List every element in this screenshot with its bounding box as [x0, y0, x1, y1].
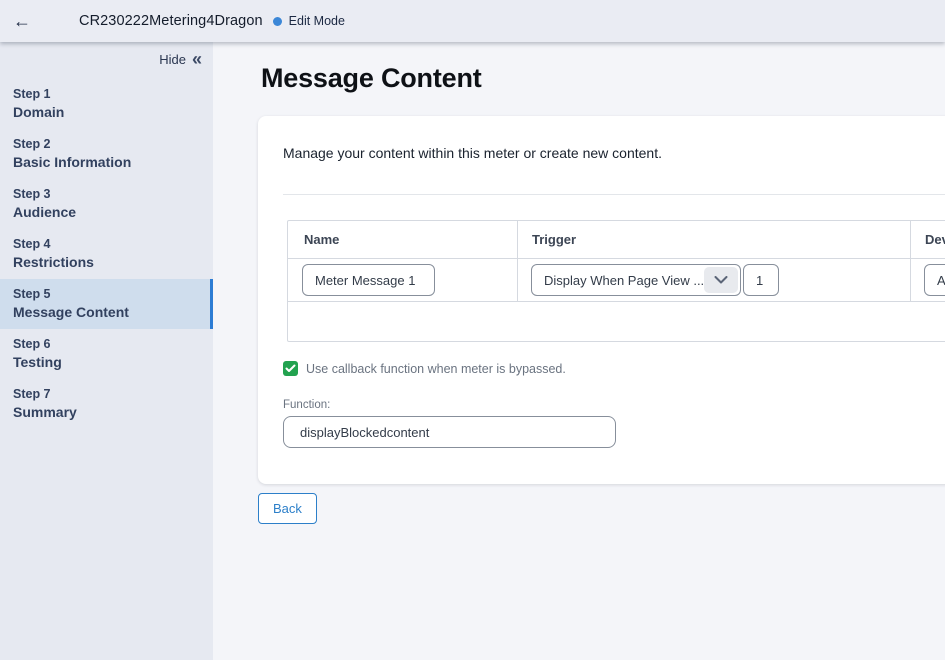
messages-table: Name Trigger Devices Display When Page V… [287, 220, 945, 342]
page-title-topbar: CR230222Metering4Dragon [79, 13, 263, 29]
callback-checkbox[interactable] [283, 361, 298, 376]
step-name: Summary [13, 403, 200, 422]
step-number: Step 6 [13, 336, 200, 353]
hide-label: Hide [159, 52, 186, 67]
sidebar-item-basic-information[interactable]: Step 2 Basic Information [0, 129, 213, 179]
page-title: Message Content [261, 61, 945, 95]
step-number: Step 3 [13, 186, 200, 203]
sidebar-item-restrictions[interactable]: Step 4 Restrictions [0, 229, 213, 279]
step-number: Step 7 [13, 386, 200, 403]
sidebar-item-testing[interactable]: Step 6 Testing [0, 329, 213, 379]
collapse-double-chevron-icon: « [192, 51, 202, 67]
step-number: Step 2 [13, 136, 200, 153]
divider [283, 194, 945, 195]
trigger-select[interactable]: Display When Page View ... [531, 264, 741, 296]
hide-sidebar-button[interactable]: Hide « [0, 51, 213, 67]
step-name: Message Content [13, 303, 200, 322]
sidebar-item-domain[interactable]: Step 1 Domain [0, 79, 213, 129]
message-name-input[interactable] [302, 264, 435, 296]
message-content-card: Manage your content within this meter or… [258, 116, 945, 484]
column-header-name: Name [288, 221, 518, 258]
sidebar-item-audience[interactable]: Step 3 Audience [0, 179, 213, 229]
steps-sidebar: Hide « Step 1 Domain Step 2 Basic Inform… [0, 42, 213, 660]
sidebar-item-summary[interactable]: Step 7 Summary [0, 379, 213, 429]
table-row: Display When Page View ... [288, 259, 945, 302]
function-input[interactable] [283, 416, 616, 448]
trigger-count-input[interactable] [743, 264, 779, 296]
back-arrow-icon[interactable]: ← [13, 12, 33, 30]
step-name: Testing [13, 353, 200, 372]
step-name: Domain [13, 103, 200, 122]
step-nav: Step 1 Domain Step 2 Basic Information S… [0, 79, 213, 429]
main-content: Message Content Manage your content with… [213, 42, 945, 660]
step-name: Audience [13, 203, 200, 222]
sidebar-item-message-content[interactable]: Step 5 Message Content [0, 279, 213, 329]
table-empty-area [288, 302, 945, 341]
edit-mode-dot-icon [273, 17, 282, 26]
step-number: Step 4 [13, 236, 200, 253]
column-header-devices: Devices [911, 221, 945, 258]
edit-mode-label: Edit Mode [289, 14, 345, 28]
step-name: Restrictions [13, 253, 200, 272]
intro-text: Manage your content within this meter or… [283, 143, 945, 163]
function-label: Function: [283, 399, 945, 411]
callback-checkbox-label: Use callback function when meter is bypa… [306, 362, 566, 376]
step-number: Step 5 [13, 286, 200, 303]
table-header-row: Name Trigger Devices [288, 221, 945, 259]
back-button[interactable]: Back [258, 493, 317, 524]
trigger-select-value: Display When Page View ... [532, 273, 704, 288]
column-header-trigger: Trigger [518, 221, 911, 258]
step-number: Step 1 [13, 86, 200, 103]
step-name: Basic Information [13, 153, 200, 172]
callback-checkbox-row: Use callback function when meter is bypa… [283, 361, 945, 376]
topbar: ← CR230222Metering4Dragon Edit Mode [0, 0, 945, 42]
devices-input[interactable] [924, 264, 945, 296]
chevron-down-icon [704, 267, 738, 293]
